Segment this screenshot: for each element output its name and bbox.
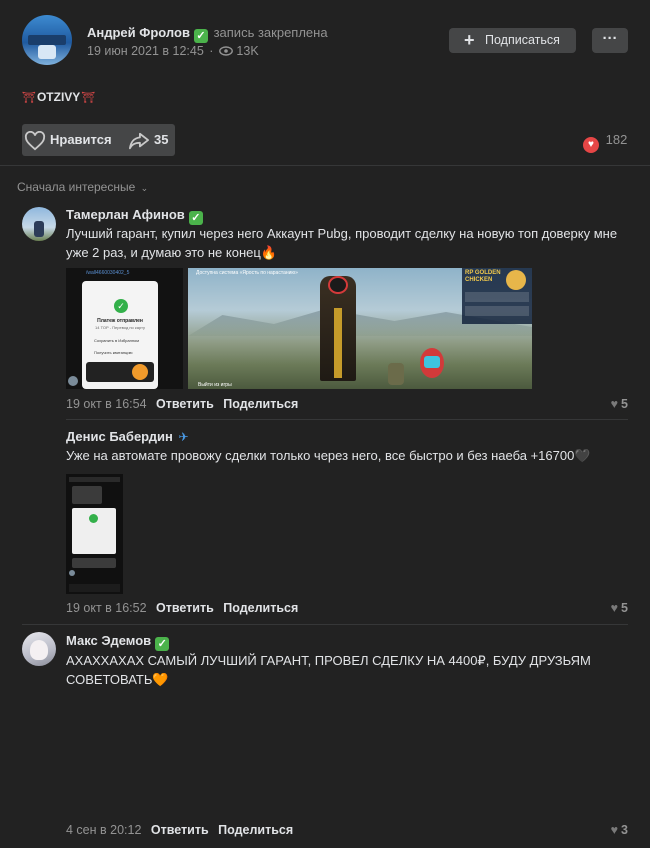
- like-label: Нравится: [50, 132, 112, 147]
- screenshot-link-text: /wall4660030402_5: [86, 270, 130, 276]
- comment-image-payment-screenshot[interactable]: /wall4660030402_5 ✓ Платеж отправлен 14 …: [66, 268, 183, 389]
- comment-author-line: Макс Эдемов ✓: [66, 633, 170, 651]
- torii-icon: ⛩: [81, 92, 96, 104]
- share-comment-button[interactable]: Поделиться: [218, 823, 293, 837]
- comment-like-button[interactable]: ♥ 5: [611, 601, 628, 615]
- comment-text: Уже на автомате провожу сделки только че…: [66, 448, 591, 463]
- heart-reaction-icon: ♥: [583, 137, 599, 153]
- subscribe-button[interactable]: + Подписаться: [449, 28, 576, 53]
- heart-outline-icon: [24, 131, 46, 151]
- screenshot-save: Сохранить в Избранном: [94, 338, 140, 343]
- heart-icon: ♥: [610, 823, 619, 837]
- comment-author-line: Тамерлан Афинов ✓: [66, 207, 203, 225]
- more-options-button[interactable]: ···: [592, 28, 628, 53]
- screenshot-receipt: Получить квитанцию: [94, 350, 133, 355]
- share-comment-button[interactable]: Поделиться: [223, 397, 298, 411]
- pinned-label: запись закреплена: [213, 25, 328, 40]
- divider: [0, 165, 650, 166]
- share-comment-button[interactable]: Поделиться: [223, 601, 298, 615]
- esports-badge-icon: ✈: [178, 430, 189, 444]
- reply-button[interactable]: Ответить: [151, 823, 209, 837]
- comment-like-button[interactable]: ♥ 3: [611, 823, 628, 837]
- comment-meta: 19 окт в 16:52 Ответить Поделиться: [66, 601, 298, 615]
- verified-icon: ✓: [193, 29, 208, 43]
- share-icon: [129, 132, 149, 150]
- post-text-line: ⛩OTZIVY⛩: [22, 90, 95, 104]
- post-date[interactable]: 19 июн 2021 в 12:45: [87, 44, 204, 58]
- author-avatar[interactable]: [22, 15, 72, 65]
- comment-date[interactable]: 19 окт в 16:54: [66, 397, 147, 411]
- heart-icon: ♥: [610, 397, 619, 411]
- like-button[interactable]: Нравится: [24, 131, 120, 151]
- subscribe-label: Подписаться: [485, 33, 560, 47]
- comment-author[interactable]: Тамерлан Афинов: [66, 207, 185, 222]
- screenshot-subtitle: 14 ТОР - Перевод по карту: [95, 325, 145, 330]
- comment-avatar[interactable]: [22, 632, 56, 666]
- post-meta: 19 июн 2021 в 12:45 · 13K: [87, 44, 259, 58]
- comment-like-count: 5: [621, 397, 628, 411]
- comment-avatar[interactable]: [22, 207, 56, 241]
- comment-text: АХАХХАХАХ САМЫЙ ЛУЧШИЙ ГАРАНТ, ПРОВЕЛ СД…: [66, 653, 591, 687]
- post-author-name[interactable]: Андрей Фролов: [87, 25, 190, 40]
- reply-button[interactable]: Ответить: [156, 397, 214, 411]
- comment-meta: 19 окт в 16:54 Ответить Поделиться: [66, 397, 298, 411]
- post-text: OTZIVY: [36, 90, 81, 104]
- comment-author[interactable]: Макс Эдемов: [66, 633, 151, 648]
- comment-image-game-screenshot[interactable]: Доступна система «Ярость по нарастанию» …: [188, 268, 532, 389]
- chevron-down-icon: ⌄: [140, 183, 149, 193]
- check-circle-icon: ✓: [114, 299, 128, 313]
- check-circle-icon: [89, 514, 98, 523]
- divider: [22, 624, 628, 625]
- torii-icon: ⛩: [22, 92, 36, 104]
- plus-icon: +: [464, 30, 475, 50]
- comment-like-button[interactable]: ♥ 5: [611, 397, 628, 411]
- reactions-counter[interactable]: ♥ 182: [583, 132, 627, 153]
- comment-date[interactable]: 19 окт в 16:52: [66, 601, 147, 615]
- reactions-count: 182: [605, 132, 628, 147]
- comment-like-count: 3: [621, 823, 628, 837]
- sort-label: Сначала интересные: [17, 180, 136, 194]
- comment-date[interactable]: 4 сен в 20:12: [66, 823, 141, 837]
- heart-icon: ♥: [610, 601, 619, 615]
- reply-button[interactable]: Ответить: [156, 601, 214, 615]
- game-top-text: Доступна система «Ярость по нарастанию»: [196, 270, 298, 276]
- comment-text: Лучший гарант, купил через него Аккаунт …: [66, 226, 618, 260]
- comment-meta: 4 сен в 20:12 Ответить Поделиться: [66, 823, 293, 837]
- post-views: 13K: [236, 44, 259, 58]
- game-banner-text: RP GOLDEN CHICKEN: [465, 270, 501, 283]
- verified-icon: ✓: [155, 637, 170, 651]
- comment-author-line: Денис Бабердин ✈: [66, 429, 189, 444]
- divider: [66, 419, 628, 420]
- game-banner: RP GOLDEN CHICKEN: [462, 268, 532, 324]
- game-exit-text: Выйти из игры: [198, 382, 232, 388]
- post-author-line: Андрей Фролов ✓ запись закреплена: [87, 25, 328, 43]
- comment-author[interactable]: Денис Бабердин: [66, 429, 173, 444]
- comment-like-count: 5: [621, 601, 628, 615]
- share-count: 35: [154, 132, 169, 147]
- comment-image-chat-screenshot[interactable]: [66, 474, 123, 594]
- eye-icon: [219, 46, 233, 56]
- screenshot-title: Платеж отправлен: [97, 318, 143, 324]
- verified-icon: ✓: [188, 211, 203, 225]
- comments-sort-dropdown[interactable]: Сначала интересные ⌄: [17, 180, 148, 194]
- share-button[interactable]: 35: [128, 131, 174, 151]
